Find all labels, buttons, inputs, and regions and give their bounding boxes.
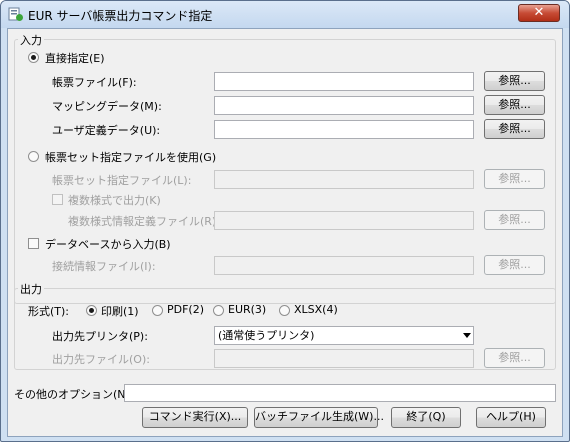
app-icon [8, 7, 23, 21]
mapping-data-browse-button[interactable]: 参照... [484, 95, 545, 115]
multi-style-def-file-browse-button: 参照... [484, 210, 545, 230]
mapping-data-label: マッピングデータ(M): [52, 100, 162, 113]
multi-style-def-file-label: 複数様式情報定義ファイル(R): [68, 215, 220, 228]
output-printer-label: 出力先プリンタ(P): [52, 330, 148, 343]
formset-file-radio-label: 帳票セット指定ファイルを使用(G) [45, 151, 217, 164]
format-print-label: 印刷(1) [101, 305, 139, 318]
database-input-label: データベースから入力(B) [45, 238, 171, 251]
formset-file-input [214, 170, 474, 189]
dialog-window: EUR サーバ帳票出力コマンド指定 ✕ 入力 直接指定(E) 帳票ファイル(F)… [0, 0, 570, 442]
window-title: EUR サーバ帳票出力コマンド指定 [28, 9, 213, 23]
formset-file-label: 帳票セット指定ファイル(L): [52, 174, 192, 187]
mapping-data-input[interactable] [214, 96, 474, 115]
connection-info-file-input [214, 256, 474, 275]
direct-input-radio[interactable] [28, 52, 39, 63]
exit-button[interactable]: 終了(Q) [391, 407, 461, 428]
form-file-input[interactable] [214, 72, 474, 91]
close-button[interactable]: ✕ [518, 4, 560, 22]
connection-info-file-browse-button: 参照... [484, 255, 545, 275]
close-icon: ✕ [533, 5, 545, 20]
format-pdf-label: PDF(2) [167, 303, 205, 316]
formset-file-radio[interactable] [28, 151, 39, 162]
output-group-legend: 出力 [18, 281, 44, 297]
output-printer-select[interactable]: (通常使うプリンタ) [214, 326, 474, 345]
format-label: 形式(T): [28, 305, 70, 318]
form-file-label: 帳票ファイル(F): [52, 76, 137, 89]
format-radio-eur[interactable] [213, 305, 224, 316]
output-file-label: 出力先ファイル(O): [52, 353, 150, 366]
user-defined-data-label: ユーザ定義データ(U): [52, 124, 161, 137]
multi-style-checkbox [52, 194, 63, 205]
format-radio-print[interactable] [86, 305, 97, 316]
database-input-checkbox[interactable] [28, 238, 39, 249]
input-group-legend: 入力 [18, 32, 44, 48]
chevron-down-icon[interactable] [463, 333, 471, 338]
other-options-input[interactable] [124, 384, 556, 402]
user-defined-data-browse-button[interactable]: 参照... [484, 119, 545, 139]
run-command-button[interactable]: コマンド実行(X)... [142, 407, 248, 428]
output-printer-value: (通常使うプリンタ) [218, 329, 315, 342]
connection-info-file-label: 接続情報ファイル(I): [52, 260, 156, 273]
output-file-browse-button: 参照... [484, 348, 545, 368]
multi-style-def-file-input [214, 211, 474, 230]
dialog-body: 入力 直接指定(E) 帳票ファイル(F): 参照... マッピングデータ(M):… [7, 28, 563, 437]
help-button[interactable]: ヘルプ(H) [476, 407, 546, 428]
format-xlsx-label: XLSX(4) [294, 303, 338, 316]
multi-style-label: 複数様式で出力(K) [68, 194, 161, 207]
title-bar[interactable]: EUR サーバ帳票出力コマンド指定 ✕ [1, 1, 569, 28]
generate-batch-file-button[interactable]: バッチファイル生成(W)... [254, 407, 384, 428]
format-radio-pdf[interactable] [152, 305, 163, 316]
output-file-input [214, 349, 474, 368]
other-options-label: その他のオプション(N): [14, 388, 134, 401]
format-radio-xlsx[interactable] [279, 305, 290, 316]
format-eur-label: EUR(3) [228, 303, 267, 316]
user-defined-data-input[interactable] [214, 120, 474, 139]
formset-file-browse-button: 参照... [484, 169, 545, 189]
form-file-browse-button[interactable]: 参照... [484, 71, 545, 91]
direct-input-label: 直接指定(E) [45, 52, 105, 65]
